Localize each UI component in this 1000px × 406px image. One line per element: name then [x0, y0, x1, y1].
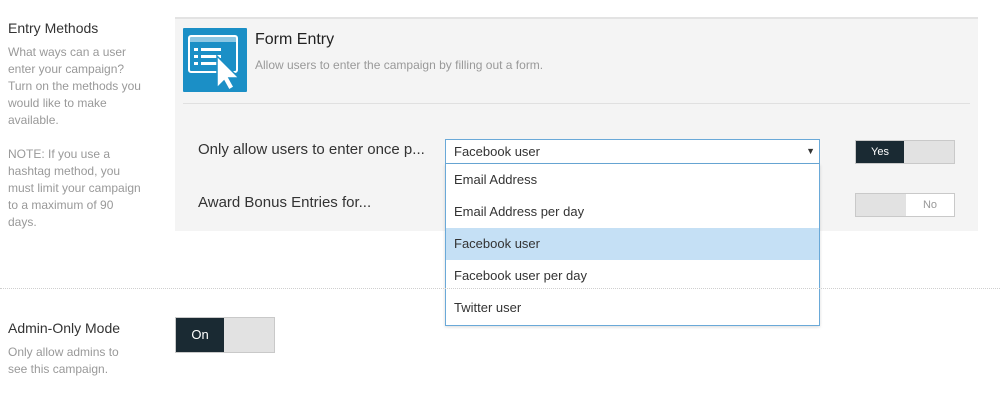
entry-methods-title: Entry Methods	[8, 20, 99, 36]
admin-mode-description: Only allow admins to see this campaign.	[8, 345, 119, 376]
form-entry-description: Allow users to enter the campaign by fil…	[255, 58, 544, 72]
once-toggle[interactable]: Yes	[855, 140, 955, 164]
bonus-toggle-off: No	[906, 194, 954, 216]
dropdown-option-email[interactable]: Email Address	[446, 164, 819, 196]
entry-methods-help: What ways can a user enter your campaign…	[8, 45, 141, 127]
dropdown-option-facebook-user[interactable]: Facebook user	[446, 228, 819, 260]
dropdown-option-email-per-day[interactable]: Email Address per day	[446, 196, 819, 228]
panel-divider	[183, 103, 970, 104]
section-divider	[0, 288, 1000, 289]
bonus-toggle[interactable]: No	[855, 193, 955, 217]
entry-limit-select[interactable]: Facebook user ▼	[445, 139, 820, 164]
admin-mode-title: Admin-Only Mode	[8, 320, 121, 336]
entry-methods-note: NOTE: If you use a hashtag method, you m…	[8, 147, 141, 229]
form-cursor-icon	[183, 28, 247, 92]
chevron-down-icon: ▼	[806, 146, 815, 156]
dropdown-option-twitter-user[interactable]: Twitter user	[446, 292, 819, 324]
entry-methods-description: What ways can a user enter your campaign…	[8, 44, 143, 231]
entry-limit-dropdown: Email Address Email Address per day Face…	[445, 164, 820, 326]
once-toggle-on: Yes	[856, 141, 904, 163]
form-entry-title: Form Entry	[255, 31, 335, 48]
once-option-label: Only allow users to enter once p...	[198, 141, 425, 158]
bonus-option-label: Award Bonus Entries for...	[198, 194, 372, 211]
admin-mode-toggle-on: On	[176, 318, 224, 352]
entry-limit-selected-value: Facebook user	[454, 144, 540, 159]
admin-mode-toggle[interactable]: On	[175, 317, 275, 353]
